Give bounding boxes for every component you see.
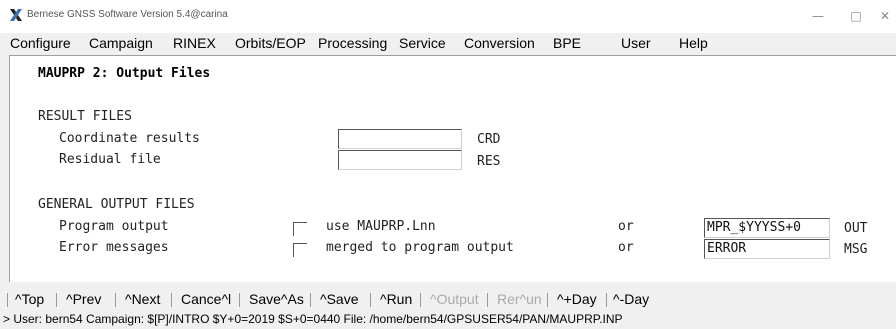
separator: [487, 293, 488, 307]
menu-rinex[interactable]: RINEX: [173, 35, 216, 51]
program-output-input[interactable]: MPR_$YYYSS+0: [704, 218, 830, 238]
menu-conversion[interactable]: Conversion: [464, 35, 535, 51]
separator: [115, 293, 116, 307]
input-panel: MAUPRP 2: Output Files RESULT FILES Coor…: [9, 55, 896, 282]
menu-help[interactable]: Help: [679, 35, 708, 51]
cancel-button[interactable]: Cance^l: [181, 291, 231, 307]
separator: [606, 293, 607, 307]
save-button[interactable]: ^Save: [320, 291, 358, 307]
status-bar: > User: bern54 Campaign: $[P]/INTRO $Y+0…: [0, 311, 896, 329]
button-bar: ^Top ^Prev ^Next Cance^l Save^As ^Save ^…: [0, 290, 896, 310]
menu-campaign[interactable]: Campaign: [89, 35, 153, 51]
separator: [420, 293, 421, 307]
or-label: or: [618, 219, 634, 234]
panel-title: MAUPRP 2: Output Files: [38, 66, 211, 81]
menu-orbits-eop[interactable]: Orbits/EOP: [235, 35, 306, 51]
or-label: or: [618, 240, 634, 255]
coordinate-results-ext: CRD: [477, 132, 501, 147]
error-messages-label: Error messages: [59, 240, 169, 255]
use-lnn-option: use MAUPRP.Lnn: [326, 219, 436, 234]
menu-bar: Configure Campaign RINEX Orbits/EOP Proc…: [0, 33, 896, 53]
run-button[interactable]: ^Run: [380, 291, 412, 307]
merged-option: merged to program output: [326, 240, 514, 255]
save-as-button[interactable]: Save^As: [249, 291, 304, 307]
separator: [239, 293, 240, 307]
coordinate-results-input[interactable]: [338, 129, 462, 149]
separator: [56, 293, 57, 307]
separator: [171, 293, 172, 307]
minus-day-button[interactable]: ^-Day: [613, 291, 649, 307]
menu-user[interactable]: User: [621, 35, 651, 51]
menu-configure[interactable]: Configure: [10, 35, 71, 51]
separator: [310, 293, 311, 307]
residual-file-ext: RES: [477, 154, 501, 169]
menu-processing[interactable]: Processing: [318, 35, 387, 51]
menu-service[interactable]: Service: [399, 35, 446, 51]
top-button[interactable]: ^Top: [15, 291, 44, 307]
residual-file-input[interactable]: [338, 150, 462, 170]
next-button[interactable]: ^Next: [125, 291, 160, 307]
plus-day-button[interactable]: ^+Day: [557, 291, 597, 307]
menu-bpe[interactable]: BPE: [553, 35, 581, 51]
separator: [7, 293, 8, 307]
error-messages-input[interactable]: ERROR: [704, 239, 830, 259]
coordinate-results-label: Coordinate results: [59, 131, 200, 146]
residual-file-label: Residual file: [59, 152, 161, 167]
program-output-ext: OUT: [844, 221, 868, 236]
close-button[interactable]: ✕: [870, 6, 896, 26]
error-messages-ext: MSG: [844, 242, 868, 257]
section-heading-result-files: RESULT FILES: [38, 109, 132, 124]
title-bar: Bernese GNSS Software Version 5.4@carina…: [0, 0, 896, 33]
prev-button[interactable]: ^Prev: [66, 291, 101, 307]
output-button[interactable]: ^Output: [430, 291, 479, 307]
separator: [547, 293, 548, 307]
maximize-button[interactable]: □: [841, 6, 871, 26]
window-title: Bernese GNSS Software Version 5.4@carina: [27, 9, 228, 20]
program-output-label: Program output: [59, 219, 169, 234]
merged-checkbox[interactable]: [293, 243, 307, 257]
x-logo-icon: [10, 9, 22, 21]
separator: [370, 293, 371, 307]
use-lnn-checkbox[interactable]: [293, 222, 307, 236]
rerun-button[interactable]: Rer^un: [497, 291, 542, 307]
section-heading-general-output: GENERAL OUTPUT FILES: [38, 197, 195, 212]
minimize-button[interactable]: —: [803, 6, 833, 26]
